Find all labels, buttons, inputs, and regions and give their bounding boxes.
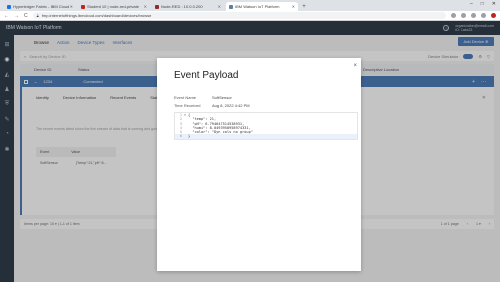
extensions [451,13,496,18]
url-field[interactable]: 🔒︎ fmp.internetofthings.ibmcloud.com/das… [32,12,446,19]
maximize-button[interactable]: □ [481,1,484,7]
browser-tab-4[interactable]: IBM Watson IoT Platform ✕ [226,2,298,11]
browser-tab-2[interactable]: Student 10 | node-red-private ✕ [78,2,150,11]
profile-icon[interactable] [491,13,496,18]
time-received-value: Aug 8, 2022 4:42 PM [212,103,250,108]
forward-icon[interactable]: → [14,13,19,19]
event-name-row: Event Name SoftSensor [174,95,232,100]
window-controls: – □ ✕ [470,1,496,7]
event-payload-modal: × Event Payload Event Name SoftSensor Ti… [157,58,361,271]
close-icon[interactable]: ✕ [218,4,221,9]
close-icon[interactable]: × [353,63,357,69]
favicon-icon [81,4,85,9]
close-icon[interactable]: ✕ [70,4,73,9]
browser-tab-3[interactable]: Node-RED : 10.0.0.200 ✕ [152,2,224,11]
code-text: } [188,134,191,139]
lock-icon: 🔒︎ [36,13,39,18]
tab-label: Student 10 | node-red-private [87,4,139,9]
code-text: "color": "Dyn cols no group" [188,130,253,135]
star-icon[interactable] [461,13,466,18]
payload-code-viewer[interactable]: 1 ⊟ { 2 "temp": 21, 3 "pH": 6.7946475145… [174,112,358,140]
back-icon[interactable]: ← [4,13,9,19]
favicon-icon [7,4,11,9]
line-number: 6 [179,134,182,139]
new-tab-button[interactable]: + [300,2,308,11]
reload-icon[interactable]: C [24,13,28,19]
url-text: fmp.internetofthings.ibmcloud.com/dashbo… [41,13,152,18]
favicon-icon [229,4,233,9]
close-icon[interactable]: ✕ [144,4,147,9]
share-icon[interactable] [451,13,456,18]
tab-label: Hyperledger Fabric - IBM Cloud [13,4,70,9]
close-icon[interactable]: ✕ [292,4,295,9]
code-line: 6 } [175,134,357,139]
address-bar: ← → C 🔒︎ fmp.internetofthings.ibmcloud.c… [0,11,500,21]
browser-tab-bar: Hyperledger Fabric - IBM Cloud ✕ Student… [0,0,500,11]
favicon-icon [155,4,159,9]
time-received-row: Time Received Aug 8, 2022 4:42 PM [174,103,250,108]
event-name-label: Event Name [174,95,197,100]
browser-tab-1[interactable]: Hyperledger Fabric - IBM Cloud ✕ [4,2,76,11]
minimize-button[interactable]: – [470,1,473,7]
close-window-button[interactable]: ✕ [492,1,496,7]
extension-icon[interactable] [471,13,476,18]
sidebar-icon[interactable] [481,13,486,18]
tab-label: IBM Watson IoT Platform [235,4,280,9]
event-name-value: SoftSensor [212,95,232,100]
time-received-label: Time Received [174,103,201,108]
tab-label: Node-RED : 10.0.0.200 [161,4,203,9]
modal-title: Event Payload [174,70,239,81]
